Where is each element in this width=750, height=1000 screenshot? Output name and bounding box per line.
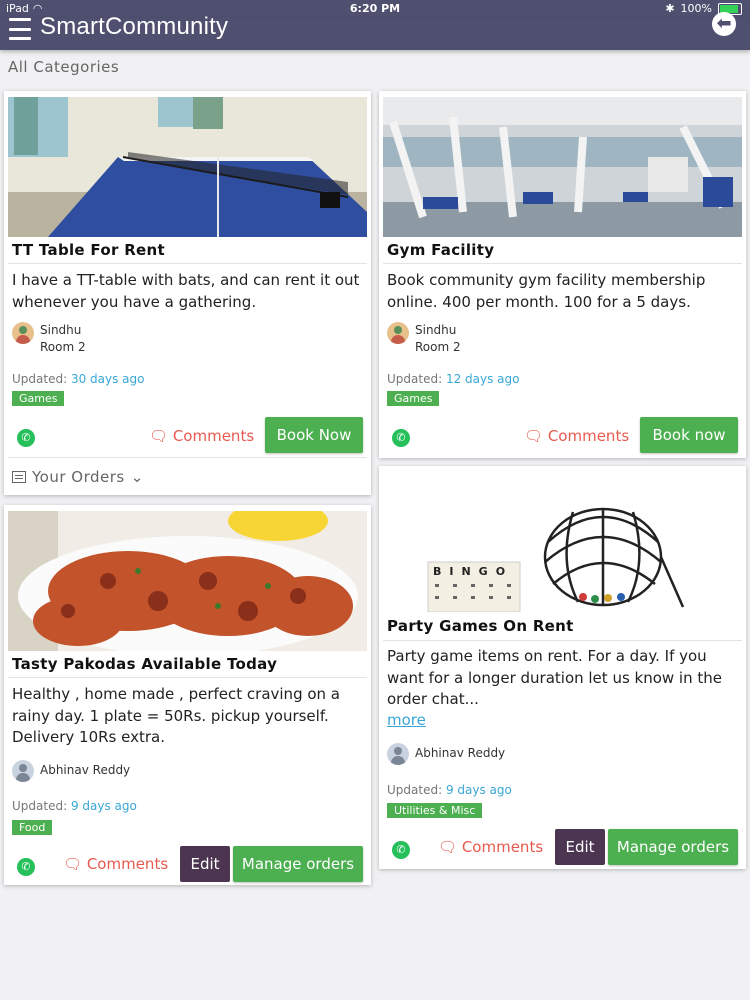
- updated-ago: 9 days ago: [70, 799, 137, 813]
- listing-title[interactable]: TT Table For Rent: [12, 241, 165, 259]
- author-room: Room 2: [40, 340, 86, 354]
- comments-label: Comments: [547, 427, 630, 445]
- listing-title[interactable]: Tasty Pakodas Available Today: [12, 655, 277, 673]
- edit-button[interactable]: Edit: [555, 829, 605, 865]
- updated-ago: 9 days ago: [445, 783, 512, 797]
- listing-description: Party game items on rent. For a day. If …: [387, 647, 722, 708]
- comments-link[interactable]: 🗨 Comments: [149, 427, 254, 445]
- listing-image-gym: [383, 97, 742, 237]
- listing-image-tt-table: [8, 97, 367, 237]
- comment-icon: 🗨: [524, 427, 544, 445]
- avatar: [12, 322, 34, 344]
- more-link[interactable]: more: [387, 711, 426, 729]
- listing-title[interactable]: Party Games On Rent: [387, 617, 574, 635]
- comment-icon: 🗨: [149, 427, 169, 445]
- bingo-image-text: BINGO: [433, 565, 513, 578]
- app-title: SmartCommunity: [40, 13, 229, 40]
- divider: [383, 640, 742, 641]
- hamburger-icon[interactable]: [9, 18, 31, 40]
- listing-description: Healthy , home made , perfect craving on…: [12, 685, 341, 746]
- listing-image-pakodas: [8, 511, 367, 651]
- author: Sindhu Room 2: [387, 322, 461, 356]
- listing-card-tt-table: TT Table For Rent I have a TT-table with…: [4, 91, 371, 495]
- author-name: Abhinav Reddy: [40, 763, 131, 777]
- comments-link[interactable]: 🗨 Comments: [63, 855, 168, 873]
- comments-link[interactable]: 🗨 Comments: [524, 427, 629, 445]
- whatsapp-icon[interactable]: ✆: [17, 858, 35, 876]
- author-name: Sindhu: [415, 323, 457, 337]
- author: Sindhu Room 2: [12, 322, 86, 356]
- comment-icon: 🗨: [63, 855, 83, 873]
- updated-label: Updated:: [12, 799, 68, 813]
- whatsapp-icon[interactable]: ✆: [392, 429, 410, 447]
- updated-label: Updated:: [387, 372, 443, 386]
- section-title: All Categories: [8, 58, 120, 76]
- comments-link[interactable]: 🗨 Comments: [438, 838, 543, 856]
- your-orders-toggle[interactable]: Your Orders ⌄: [12, 468, 144, 486]
- divider: [8, 677, 367, 678]
- listing-card-party-games: BINGO Party Games On Rent Party game ite…: [379, 466, 746, 869]
- author: Abhinav Reddy: [387, 743, 505, 765]
- bluetooth-icon: ✱: [665, 2, 675, 15]
- updated-text: Updated: 30 days ago: [12, 372, 145, 386]
- comments-label: Comments: [461, 838, 544, 856]
- updated-ago: 30 days ago: [70, 372, 145, 386]
- edit-button[interactable]: Edit: [180, 846, 230, 882]
- listing-description: I have a TT-table with bats, and can ren…: [12, 271, 360, 311]
- chevron-down-icon: ⌄: [130, 468, 144, 486]
- your-orders-label: Your Orders: [32, 468, 125, 486]
- book-now-button[interactable]: Book now: [640, 417, 738, 453]
- updated-text: Updated: 12 days ago: [387, 372, 520, 386]
- whatsapp-icon[interactable]: ✆: [17, 429, 35, 447]
- author-name: Sindhu: [40, 323, 82, 337]
- listing-title[interactable]: Gym Facility: [387, 241, 494, 259]
- updated-text: Updated: 9 days ago: [12, 799, 137, 813]
- back-arrow-icon[interactable]: ⬅: [712, 12, 736, 36]
- category-tag[interactable]: Games: [387, 391, 440, 406]
- listing-image-party-games: BINGO: [383, 472, 742, 612]
- divider: [8, 263, 367, 264]
- updated-label: Updated:: [387, 783, 443, 797]
- author: Abhinav Reddy: [12, 760, 130, 782]
- author-name: Abhinav Reddy: [415, 746, 506, 760]
- comment-icon: 🗨: [438, 838, 458, 856]
- divider: [8, 457, 367, 458]
- updated-label: Updated:: [12, 372, 68, 386]
- app-header: SmartCommunity ⬅: [0, 12, 750, 50]
- category-tag[interactable]: Food: [12, 820, 53, 835]
- listing-description: Book community gym facility membership o…: [387, 271, 706, 311]
- list-icon: [12, 471, 26, 483]
- category-tag[interactable]: Utilities & Misc: [387, 803, 483, 818]
- manage-orders-button[interactable]: Manage orders: [608, 829, 738, 865]
- manage-orders-button[interactable]: Manage orders: [233, 846, 363, 882]
- avatar: [12, 760, 34, 782]
- battery-percent: 100%: [680, 2, 712, 15]
- book-now-button[interactable]: Book Now: [265, 417, 363, 453]
- avatar: [387, 322, 409, 344]
- updated-ago: 12 days ago: [445, 372, 520, 386]
- listing-card-pakodas: Tasty Pakodas Available Today Healthy , …: [4, 505, 371, 885]
- author-room: Room 2: [415, 340, 461, 354]
- divider: [383, 263, 742, 264]
- listing-card-gym: Gym Facility Book community gym facility…: [379, 91, 746, 458]
- whatsapp-icon[interactable]: ✆: [392, 841, 410, 859]
- avatar: [387, 743, 409, 765]
- comments-label: Comments: [86, 855, 169, 873]
- comments-label: Comments: [172, 427, 255, 445]
- updated-text: Updated: 9 days ago: [387, 783, 512, 797]
- category-tag[interactable]: Games: [12, 391, 65, 406]
